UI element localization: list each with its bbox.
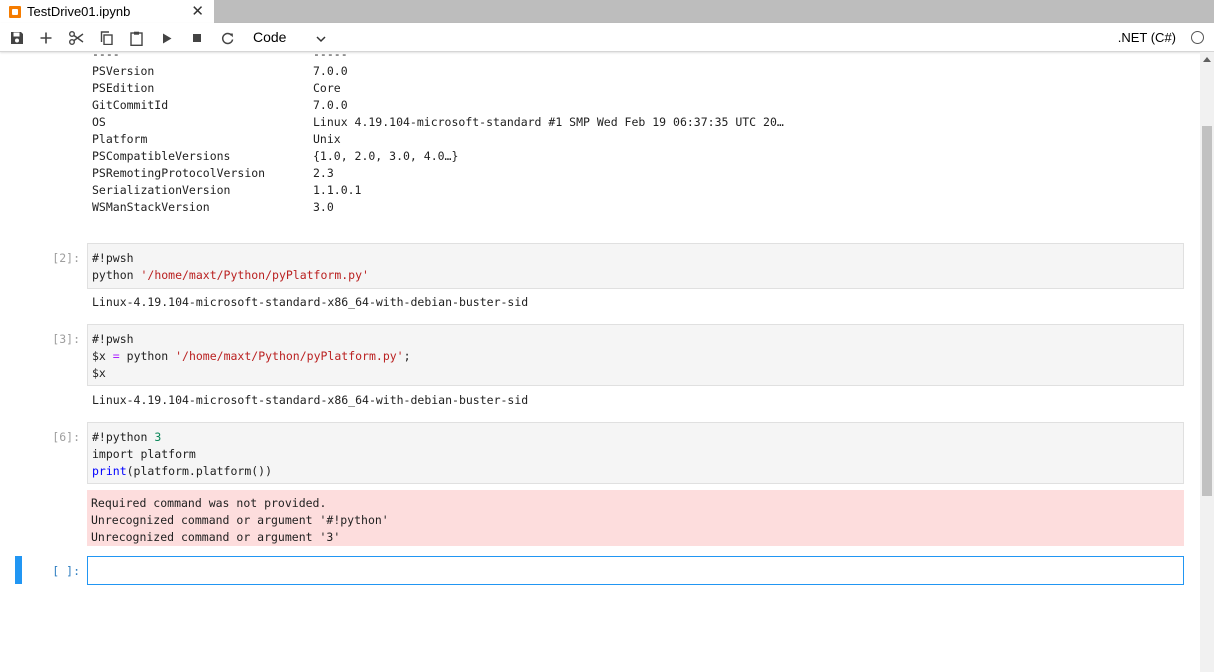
- kernel-name[interactable]: .NET (C#): [1118, 30, 1176, 45]
- run-icon: [163, 33, 172, 43]
- cell-output: Linux-4.19.104-microsoft-standard-x86_64…: [92, 393, 529, 407]
- version-table-output: ---- ----- PSVersion 7.0.0 PSEdition Core Gi…: [92, 52, 784, 216]
- notebook-toolbar: Code .NET (C#): [0, 23, 1214, 52]
- cell-output: Linux-4.19.104-microsoft-standard-x86_64…: [92, 295, 529, 309]
- cell-type-label: Code: [253, 29, 287, 45]
- add-icon: [40, 32, 52, 44]
- code-line: #!pwsh: [92, 251, 134, 265]
- chevron-down-icon[interactable]: [316, 31, 326, 46]
- table-key: SerializationVersion: [92, 183, 231, 197]
- cell-type-select[interactable]: Code: [253, 28, 286, 46]
- table-row: SerializationVersion 1.1.0.1: [92, 182, 784, 199]
- table-row: PSRemotingProtocolVersion 2.3: [92, 165, 784, 182]
- error-line: Unrecognized command or argument '#!pyth…: [91, 513, 389, 527]
- restart-icon: [221, 32, 233, 44]
- cell-prompt: [ ]:: [52, 564, 80, 578]
- table-key: PSVersion: [92, 64, 155, 78]
- table-row: ---- -----: [92, 52, 784, 63]
- scrollbar-thumb[interactable]: [1202, 126, 1212, 496]
- table-key: GitCommitId: [92, 98, 169, 112]
- save-icon: [11, 32, 23, 44]
- paste-button[interactable]: [127, 29, 145, 47]
- table-row: Platform Unix: [92, 131, 784, 148]
- table-value: 7.0.0: [313, 64, 348, 78]
- table-value: 7.0.0: [313, 98, 348, 112]
- stop-button[interactable]: [188, 29, 206, 47]
- copy-button[interactable]: [97, 29, 115, 47]
- table-row: OS Linux 4.19.104-microsoft-standard #1 S…: [92, 114, 784, 131]
- code-line: #!pwsh: [92, 332, 134, 346]
- code-cell[interactable]: #!pwsh python '/home/maxt/Python/pyPlatf…: [87, 243, 1184, 289]
- table-key: PSRemotingProtocolVersion: [92, 166, 266, 180]
- tab-bar: TestDrive01.ipynb ✕: [0, 0, 1214, 23]
- error-line: Unrecognized command or argument '3': [91, 530, 341, 544]
- table-row: WSManStackVersion 3.0: [92, 199, 784, 216]
- paste-icon: [129, 31, 143, 46]
- code-line: #!python 3: [92, 430, 162, 444]
- cell-prompt: [6]:: [52, 430, 80, 444]
- table-row: PSCompatibleVersions {1.0, 2.0, 3.0, 4.0……: [92, 148, 784, 165]
- cell-prompt: [2]:: [52, 251, 80, 265]
- table-key: Platform: [92, 132, 148, 146]
- table-value: Linux 4.19.104-microsoft-standard #1 SMP…: [313, 115, 784, 129]
- close-icon[interactable]: ✕: [191, 3, 204, 19]
- table-key: OS: [92, 115, 106, 129]
- table-value: 3.0: [313, 200, 334, 214]
- scroll-up-arrow-icon[interactable]: [1203, 57, 1211, 62]
- table-key: WSManStackVersion: [92, 200, 210, 214]
- error-output: Required command was not provided. Unrec…: [87, 490, 1184, 546]
- cut-button[interactable]: [67, 29, 85, 47]
- restart-button[interactable]: [218, 29, 236, 47]
- table-row: GitCommitId 7.0.0: [92, 97, 784, 114]
- notebook-icon: [9, 5, 21, 18]
- stop-icon: [193, 34, 201, 42]
- code-line: python '/home/maxt/Python/pyPlatform.py': [92, 268, 369, 282]
- table-header-dashes: -----: [313, 52, 348, 61]
- notebook-panel: ---- ----- PSVersion 7.0.0 PSEdition Core Gi…: [0, 52, 1200, 672]
- code-cell[interactable]: #!pwsh $x = python '/home/maxt/Python/py…: [87, 324, 1184, 386]
- code-line: $x: [92, 366, 106, 380]
- table-key: PSEdition: [92, 81, 155, 95]
- kernel-status-icon: [1191, 31, 1204, 44]
- tab-testdrive[interactable]: TestDrive01.ipynb ✕: [0, 0, 214, 23]
- cell-prompt: [3]:: [52, 332, 80, 346]
- copy-icon: [100, 31, 113, 45]
- add-cell-button[interactable]: [37, 29, 55, 47]
- save-button[interactable]: [8, 29, 26, 47]
- table-value: 2.3: [313, 166, 334, 180]
- vertical-scrollbar[interactable]: [1200, 52, 1214, 672]
- error-line: Required command was not provided.: [91, 496, 327, 510]
- table-row: PSEdition Core: [92, 80, 784, 97]
- code-cell[interactable]: #!python 3 import platform print(platfor…: [87, 422, 1184, 484]
- table-value: Unix: [313, 132, 341, 146]
- table-value: Core: [313, 81, 341, 95]
- cut-icon: [68, 31, 83, 45]
- table-value: {1.0, 2.0, 3.0, 4.0…}: [313, 149, 459, 163]
- code-line: print(platform.platform()): [92, 464, 273, 478]
- run-button[interactable]: [158, 29, 176, 47]
- table-row: PSVersion 7.0.0: [92, 63, 784, 80]
- empty-code-cell-input[interactable]: [87, 556, 1184, 585]
- code-line: import platform: [92, 447, 196, 461]
- code-line: $x = python '/home/maxt/Python/pyPlatfor…: [92, 349, 411, 363]
- table-value: 1.1.0.1: [313, 183, 362, 197]
- table-header-dashes: ----: [92, 52, 120, 61]
- table-key: PSCompatibleVersions: [92, 149, 231, 163]
- tab-title: TestDrive01.ipynb: [27, 4, 131, 19]
